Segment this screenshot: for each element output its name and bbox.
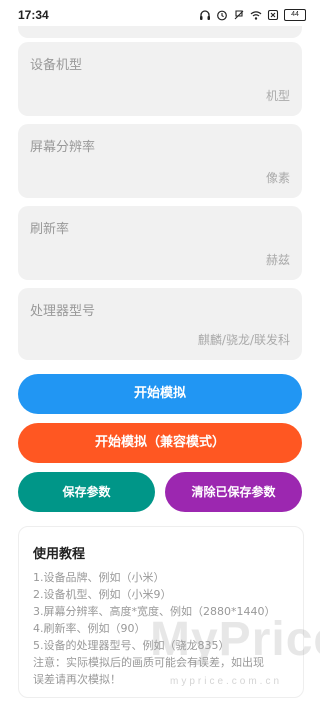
do-not-disturb-icon xyxy=(233,9,245,21)
tutorial-line: 2.设备机型、例如（小米9） xyxy=(33,588,172,601)
headphones-icon xyxy=(199,9,211,21)
clear-saved-params-button[interactable]: 清除已保存参数 xyxy=(165,472,302,512)
tutorial-title: 使用教程 xyxy=(33,547,86,562)
alarm-icon xyxy=(216,9,228,21)
save-params-button[interactable]: 保存参数 xyxy=(18,472,155,512)
status-icons: 44 xyxy=(199,8,306,22)
field-label: 刷新率 xyxy=(30,222,70,237)
screen-resolution-field[interactable]: 屏幕分辨率 像素 xyxy=(18,124,302,198)
wifi-icon xyxy=(250,9,262,21)
field-label: 设备机型 xyxy=(30,58,83,73)
close-box-icon xyxy=(267,9,279,21)
status-time: 17:34 xyxy=(18,8,49,22)
previous-field-card[interactable] xyxy=(18,26,302,38)
field-label: 处理器型号 xyxy=(30,304,96,319)
field-placeholder: 机型 xyxy=(265,89,290,103)
refresh-rate-field[interactable]: 刷新率 赫兹 xyxy=(18,206,302,280)
tutorial-line: 1.设备品牌、例如（小米） xyxy=(33,571,165,584)
processor-model-field[interactable]: 处理器型号 麒麟/骁龙/联发科 xyxy=(18,288,302,360)
watermark: MyPrice xyxy=(150,613,320,666)
start-compat-mode-button[interactable]: 开始模拟（兼容模式） xyxy=(18,423,302,463)
start-simulation-button[interactable]: 开始模拟 xyxy=(18,374,302,414)
field-placeholder: 麒麟/骁龙/联发科 xyxy=(197,333,290,347)
field-placeholder: 像素 xyxy=(265,171,290,185)
field-label: 屏幕分辨率 xyxy=(30,140,96,155)
field-placeholder: 赫兹 xyxy=(265,253,290,267)
watermark-url: myprice.com.cn xyxy=(170,676,283,687)
device-model-field[interactable]: 设备机型 机型 xyxy=(18,42,302,116)
battery-indicator: 44 xyxy=(284,9,306,21)
